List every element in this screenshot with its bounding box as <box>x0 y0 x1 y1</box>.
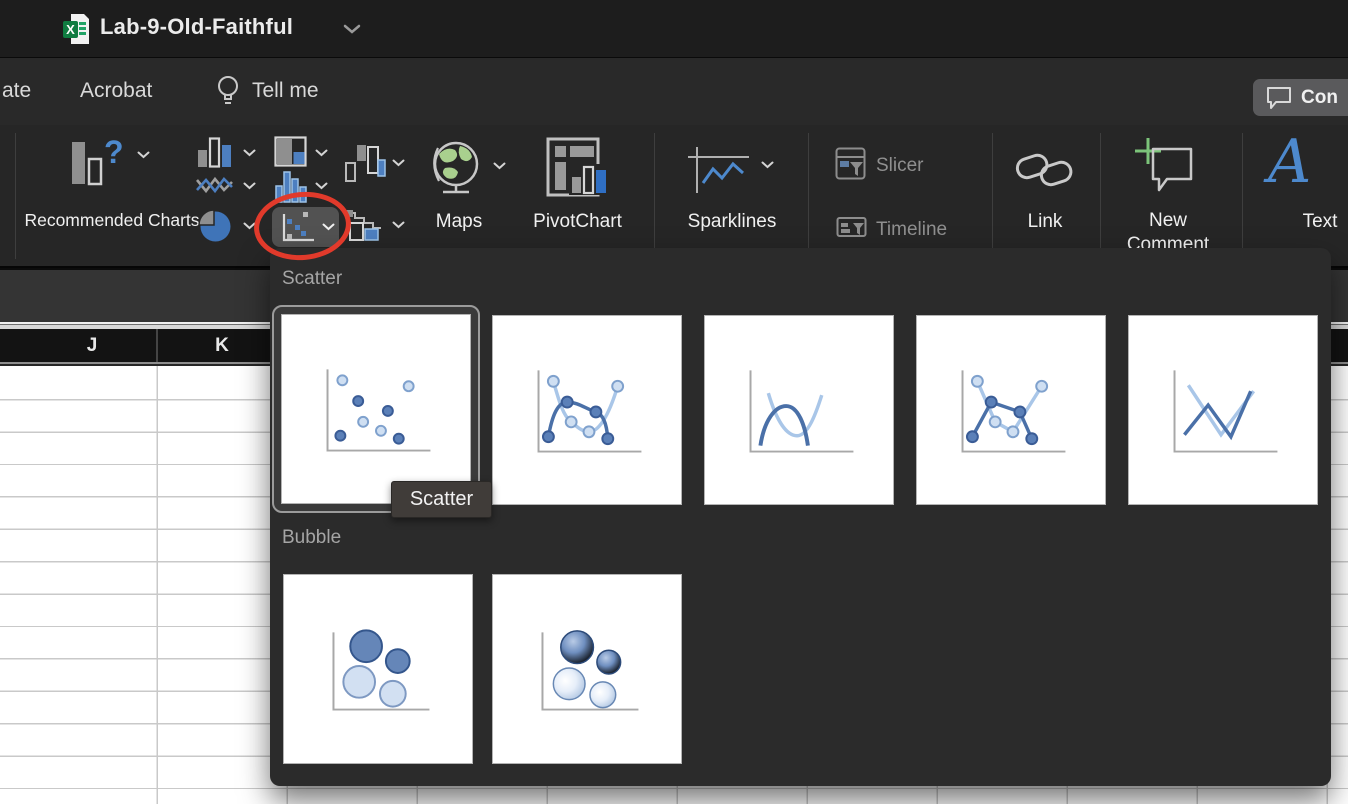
lightbulb-icon <box>215 74 241 108</box>
scatter-smooth-tile[interactable] <box>704 315 894 505</box>
scatter-section-label: Scatter <box>282 268 342 290</box>
text-icon[interactable]: A <box>1268 133 1311 191</box>
chevron-down-icon[interactable] <box>315 149 328 157</box>
tooltip: Scatter <box>391 481 492 518</box>
tab-tell-me[interactable]: Tell me <box>252 79 319 103</box>
chevron-down-icon[interactable] <box>761 161 774 169</box>
maps-icon[interactable] <box>429 139 483 197</box>
excel-window: J K X Lab-9-Old-Faithful ate Acrobat Tel… <box>0 0 1348 804</box>
titlebar: X Lab-9-Old-Faithful <box>0 0 1348 57</box>
chevron-down-icon[interactable] <box>243 182 256 190</box>
scatter-plain-thumbnail <box>282 315 470 503</box>
timeline-label: Timeline <box>876 219 947 241</box>
new-comment-icon[interactable] <box>1133 137 1197 195</box>
maps-label[interactable]: Maps <box>404 211 514 233</box>
chevron-down-icon[interactable] <box>137 151 150 159</box>
bubble-thumbnail <box>284 575 472 763</box>
tab-acrobat[interactable]: Acrobat <box>80 79 152 103</box>
ribbon: ? Recommended Charts <box>0 125 1348 268</box>
bubble-3d-tile[interactable] <box>492 574 682 764</box>
svg-text:X: X <box>66 22 75 37</box>
line-chart-icon[interactable] <box>196 174 233 197</box>
hierarchy-chart-icon[interactable] <box>274 136 307 167</box>
bubble-tile[interactable] <box>283 574 473 764</box>
pivotchart-icon[interactable] <box>546 137 610 199</box>
scatter-smooth-markers-thumbnail <box>493 316 681 504</box>
link-icon[interactable] <box>1014 145 1076 195</box>
svg-text:?: ? <box>104 138 122 170</box>
recommended-charts-label[interactable]: Recommended Charts <box>22 209 202 232</box>
text-label[interactable]: Text <box>1288 211 1348 233</box>
sparklines-icon[interactable] <box>687 145 751 195</box>
bubble-section-label: Bubble <box>282 527 341 549</box>
pie-chart-icon[interactable] <box>198 209 232 243</box>
chevron-down-icon[interactable] <box>243 149 256 157</box>
chevron-down-icon[interactable] <box>493 162 506 170</box>
scatter-straight-markers-tile[interactable] <box>916 315 1106 505</box>
chevron-down-icon[interactable] <box>392 159 405 167</box>
bubble-3d-thumbnail <box>493 575 681 763</box>
chevron-down-icon[interactable] <box>315 182 328 190</box>
document-title[interactable]: Lab-9-Old-Faithful <box>100 14 293 40</box>
title-chevron-down-icon[interactable] <box>343 24 361 34</box>
scatter-straight-thumbnail <box>1129 316 1317 504</box>
column-header-j[interactable]: J <box>27 335 157 357</box>
comments-button-label: Con <box>1301 87 1338 109</box>
column-chart-icon[interactable] <box>197 137 233 168</box>
tab-partial-left[interactable]: ate <box>2 79 31 103</box>
scatter-smooth-markers-tile[interactable] <box>492 315 682 505</box>
waterfall-chart-icon[interactable] <box>344 143 386 183</box>
sparklines-label[interactable]: Sparklines <box>672 211 792 233</box>
group-divider <box>1100 133 1101 259</box>
comments-button[interactable]: Con <box>1253 79 1348 116</box>
slicer-label: Slicer <box>876 155 924 177</box>
group-divider <box>808 133 809 259</box>
group-divider <box>1242 133 1243 259</box>
scatter-plain-tile[interactable] <box>281 314 471 504</box>
group-divider <box>15 133 16 259</box>
group-divider <box>654 133 655 259</box>
recommended-charts-icon[interactable]: ? <box>70 138 122 196</box>
column-header-k[interactable]: K <box>157 335 287 357</box>
scatter-chart-dropdown: Scatter <box>270 248 1331 786</box>
scatter-smooth-thumbnail <box>705 316 893 504</box>
scatter-straight-tile[interactable] <box>1128 315 1318 505</box>
group-divider <box>992 133 993 259</box>
excel-doc-icon: X <box>62 13 90 45</box>
timeline-icon <box>836 214 867 241</box>
slicer-icon <box>835 147 866 180</box>
pivotchart-label[interactable]: PivotChart <box>515 211 640 233</box>
scatter-straight-markers-thumbnail <box>917 316 1105 504</box>
comment-bubble-icon <box>1266 86 1292 109</box>
link-label[interactable]: Link <box>1014 211 1076 233</box>
ribbon-tab-row: ate Acrobat Tell me Con <box>0 57 1348 125</box>
